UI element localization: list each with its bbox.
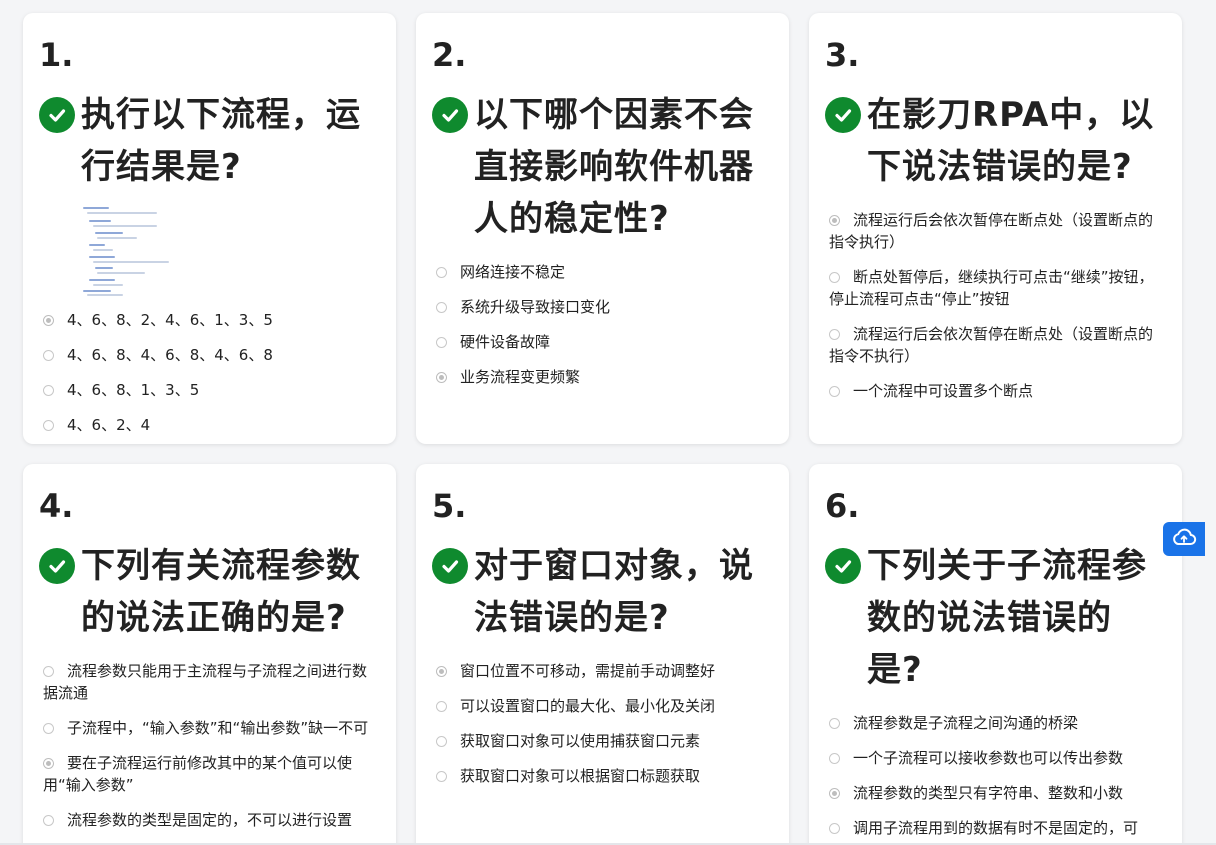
options-list: 流程参数是子流程之间沟通的桥梁 一个子流程可以接收参数也可以传出参数 流程参数的… [825, 706, 1166, 845]
option[interactable]: 流程运行后会依次暂停在断点处（设置断点的指令不执行） [825, 317, 1166, 374]
radio-button[interactable] [436, 666, 447, 677]
option[interactable]: 业务流程变更频繁 [432, 360, 773, 395]
option[interactable]: 可以设置窗口的最大化、最小化及关闭 [432, 689, 773, 724]
radio-button[interactable] [43, 315, 54, 326]
option[interactable]: 一个流程中可设置多个断点 [825, 374, 1166, 409]
radio-button[interactable] [43, 723, 54, 734]
cloud-upload-button[interactable] [1163, 522, 1205, 556]
radio-button[interactable] [436, 267, 447, 278]
radio-button[interactable] [829, 823, 840, 834]
question-title: 对于窗口对象，说法错误的是? [474, 546, 754, 638]
check-circle-icon [825, 97, 861, 133]
option[interactable]: 子流程中，“输入参数”和“输出参数”缺一不可 [39, 711, 380, 746]
question-title-row: 以下哪个因素不会直接影响软件机器人的稳定性? [432, 89, 773, 245]
question-title: 下列有关流程参数的说法正确的是? [81, 546, 361, 638]
question-card-6: 6. 下列关于子流程参数的说法错误的是? 流程参数是子流程之间沟通的桥梁 一个子… [809, 464, 1182, 845]
option[interactable]: 流程参数的类型是固定的，不可以进行设置 [39, 803, 380, 838]
check-circle-icon [39, 548, 75, 584]
radio-button[interactable] [436, 736, 447, 747]
radio-button[interactable] [829, 215, 840, 226]
radio-button[interactable] [436, 302, 447, 313]
check-circle-icon [825, 548, 861, 584]
question-title-row: 执行以下流程，运行结果是? [39, 89, 380, 193]
option[interactable]: 硬件设备故障 [432, 325, 773, 360]
radio-button[interactable] [43, 758, 54, 769]
question-number: 4. [39, 487, 74, 525]
option[interactable]: 4、6、8、2、4、6、1、3、5 [39, 303, 380, 338]
options-list: 流程参数只能用于主流程与子流程之间进行数据流通 子流程中，“输入参数”和“输出参… [39, 654, 380, 838]
question-number: 2. [432, 36, 467, 74]
question-number: 5. [432, 487, 467, 525]
radio-button[interactable] [43, 385, 54, 396]
question-title-row: 在影刀RPA中，以下说法错误的是? [825, 89, 1166, 193]
question-card-2: 2. 以下哪个因素不会直接影响软件机器人的稳定性? 网络连接不稳定 系统升级导致… [416, 13, 789, 444]
option[interactable]: 获取窗口对象可以根据窗口标题获取 [432, 759, 773, 794]
radio-button[interactable] [436, 701, 447, 712]
question-title-row: 下列有关流程参数的说法正确的是? [39, 540, 380, 644]
question-title: 在影刀RPA中，以下说法错误的是? [867, 95, 1155, 187]
option[interactable]: 网络连接不稳定 [432, 255, 773, 290]
radio-button[interactable] [829, 329, 840, 340]
quiz-grid: 1. 执行以下流程，运行结果是? 4、6、8、2、4、6、1、3、5 4、6、8… [0, 0, 1216, 845]
flow-screenshot-image [81, 203, 177, 296]
question-title-row: 对于窗口对象，说法错误的是? [432, 540, 773, 644]
option[interactable]: 要在子流程运行前修改其中的某个值可以使用“输入参数” [39, 746, 380, 803]
options-list: 窗口位置不可移动，需提前手动调整好 可以设置窗口的最大化、最小化及关闭 获取窗口… [432, 654, 773, 794]
radio-button[interactable] [43, 666, 54, 677]
options-list: 网络连接不稳定 系统升级导致接口变化 硬件设备故障 业务流程变更频繁 [432, 255, 773, 395]
option[interactable]: 系统升级导致接口变化 [432, 290, 773, 325]
question-title: 以下哪个因素不会直接影响软件机器人的稳定性? [474, 95, 754, 239]
radio-button[interactable] [829, 272, 840, 283]
check-circle-icon [39, 97, 75, 133]
option[interactable]: 流程参数只能用于主流程与子流程之间进行数据流通 [39, 654, 380, 711]
check-circle-icon [432, 97, 468, 133]
question-number: 1. [39, 36, 74, 74]
option[interactable]: 窗口位置不可移动，需提前手动调整好 [432, 654, 773, 689]
option[interactable]: 断点处暂停后，继续执行可点击“继续”按钮，停止流程可点击“停止”按钮 [825, 260, 1166, 317]
question-number: 6. [825, 487, 860, 525]
question-number: 3. [825, 36, 860, 74]
option[interactable]: 4、6、2、4 [39, 408, 380, 443]
question-title-row: 下列关于子流程参数的说法错误的是? [825, 540, 1166, 696]
radio-button[interactable] [436, 337, 447, 348]
option[interactable]: 流程运行后会依次暂停在断点处（设置断点的指令执行） [825, 203, 1166, 260]
radio-button[interactable] [43, 350, 54, 361]
option[interactable]: 获取窗口对象可以使用捕获窗口元素 [432, 724, 773, 759]
question-card-1: 1. 执行以下流程，运行结果是? 4、6、8、2、4、6、1、3、5 4、6、8… [23, 13, 396, 444]
radio-button[interactable] [43, 815, 54, 826]
radio-button[interactable] [436, 771, 447, 782]
option[interactable]: 一个子流程可以接收参数也可以传出参数 [825, 741, 1166, 776]
options-list: 4、6、8、2、4、6、1、3、5 4、6、8、4、6、8、4、6、8 4、6、… [39, 303, 380, 443]
question-card-3: 3. 在影刀RPA中，以下说法错误的是? 流程运行后会依次暂停在断点处（设置断点… [809, 13, 1182, 444]
radio-button[interactable] [829, 788, 840, 799]
question-card-4: 4. 下列有关流程参数的说法正确的是? 流程参数只能用于主流程与子流程之间进行数… [23, 464, 396, 845]
option[interactable]: 调用子流程用到的数据有时不是固定的，可 [825, 811, 1166, 845]
radio-button[interactable] [43, 420, 54, 431]
question-card-5: 5. 对于窗口对象，说法错误的是? 窗口位置不可移动，需提前手动调整好 可以设置… [416, 464, 789, 845]
question-title: 执行以下流程，运行结果是? [81, 95, 361, 187]
radio-button[interactable] [829, 753, 840, 764]
option[interactable]: 流程参数的类型只有字符串、整数和小数 [825, 776, 1166, 811]
options-list: 流程运行后会依次暂停在断点处（设置断点的指令执行） 断点处暂停后，继续执行可点击… [825, 203, 1166, 409]
radio-button[interactable] [829, 386, 840, 397]
cloud-upload-icon [1171, 527, 1197, 551]
radio-button[interactable] [829, 718, 840, 729]
option[interactable]: 4、6、8、1、3、5 [39, 373, 380, 408]
question-title: 下列关于子流程参数的说法错误的是? [867, 546, 1147, 690]
radio-button[interactable] [436, 372, 447, 383]
option[interactable]: 流程参数是子流程之间沟通的桥梁 [825, 706, 1166, 741]
option[interactable]: 4、6、8、4、6、8、4、6、8 [39, 338, 380, 373]
check-circle-icon [432, 548, 468, 584]
